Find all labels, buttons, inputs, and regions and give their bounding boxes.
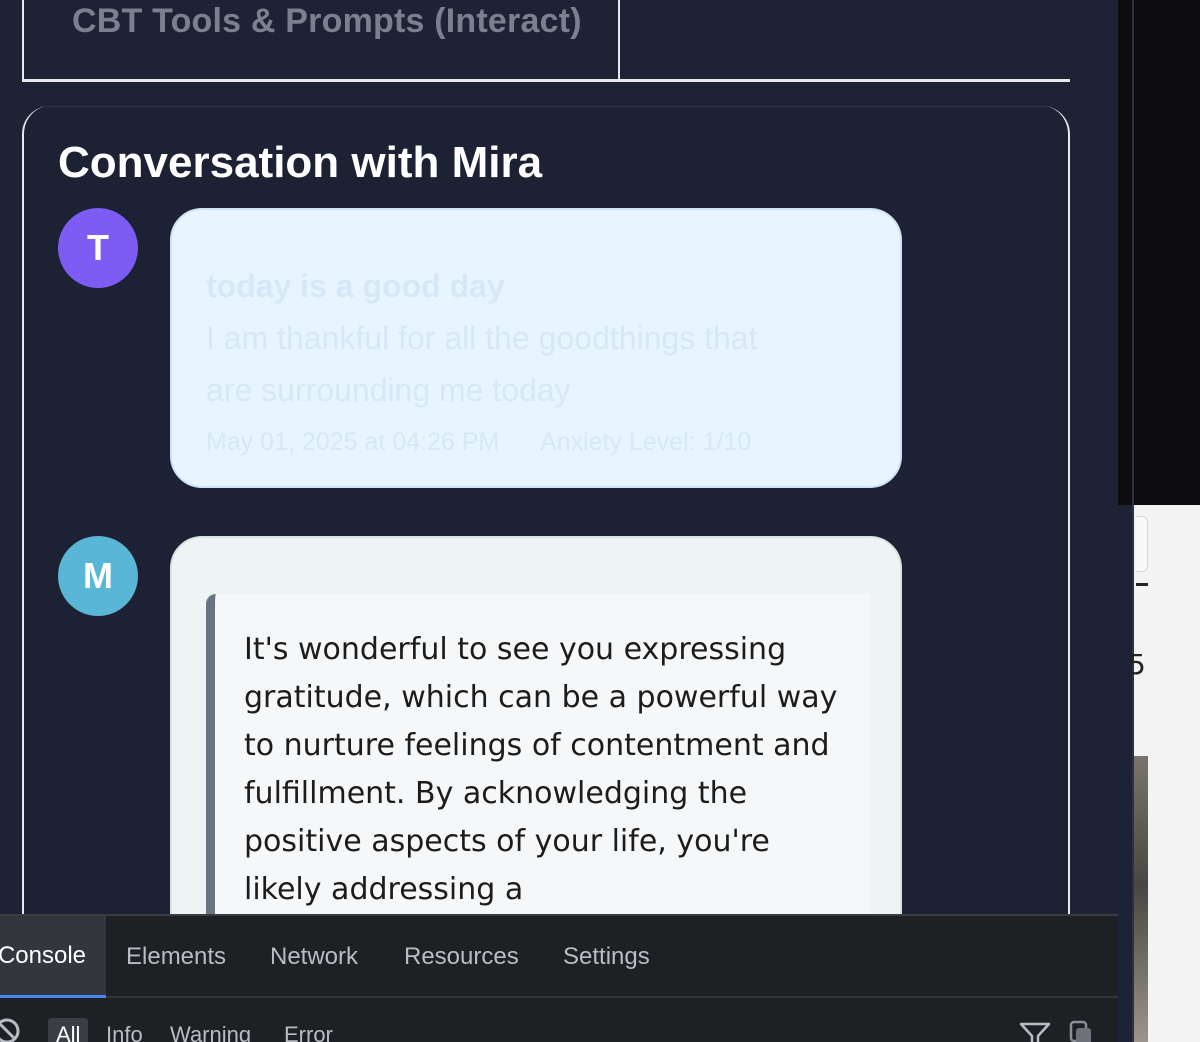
panel-divider <box>40 106 1052 107</box>
journal-entry-bubble: today is a good day I am thankful for al… <box>170 208 902 488</box>
tab-cbt-tools[interactable]: CBT Tools & Prompts (Interact) <box>24 0 620 79</box>
filter-info[interactable]: Info <box>98 1018 151 1042</box>
tab-strip: CBT Tools & Prompts (Interact) <box>22 0 1070 82</box>
devtools-tab-settings[interactable]: Settings <box>563 916 650 998</box>
devtools-tab-network[interactable]: Network <box>270 916 358 998</box>
devtools-panel: Console Elements Network Resources Setti… <box>0 914 1118 1042</box>
mira-response-text: It's wonderful to see you expressing gra… <box>244 632 838 907</box>
background-window-box <box>1136 516 1148 572</box>
background-window-char: 5 <box>1128 648 1146 681</box>
filter-error[interactable]: Error <box>276 1018 341 1042</box>
devtools-tabbar: Console Elements Network Resources Setti… <box>0 916 1118 998</box>
user-avatar: T <box>58 208 138 288</box>
devtools-tab-resources[interactable]: Resources <box>404 916 519 998</box>
background-window-dark <box>1118 0 1200 505</box>
tab-cbt-tools-label: CBT Tools & Prompts (Interact) <box>72 2 582 40</box>
entry-text-line2: are surrounding me today <box>206 372 571 408</box>
devtools-tab-console[interactable]: Console <box>0 916 106 998</box>
filter-all[interactable]: All <box>48 1018 89 1042</box>
mira-avatar: M <box>58 536 138 616</box>
entry-title: today is a good day <box>206 268 505 304</box>
clear-console-icon[interactable] <box>0 1016 22 1042</box>
conversation-title: Conversation with Mira <box>58 138 543 187</box>
entry-text-line1: I am thankful for all the goodthings tha… <box>206 320 758 356</box>
background-window-rule <box>1136 583 1148 586</box>
filter-funnel-icon[interactable] <box>1018 1020 1052 1042</box>
filter-warning[interactable]: Warning <box>162 1018 259 1042</box>
devtools-tab-elements[interactable]: Elements <box>126 916 226 998</box>
background-window-photo <box>1134 756 1148 1042</box>
copy-icon[interactable] <box>1068 1020 1094 1042</box>
console-filter-bar: All Info Warning Error <box>0 1000 1118 1042</box>
entry-anxiety-level: Anxiety Level: 1/10 <box>540 428 752 456</box>
entry-date: May 01, 2025 at 04:26 PM <box>206 428 500 456</box>
